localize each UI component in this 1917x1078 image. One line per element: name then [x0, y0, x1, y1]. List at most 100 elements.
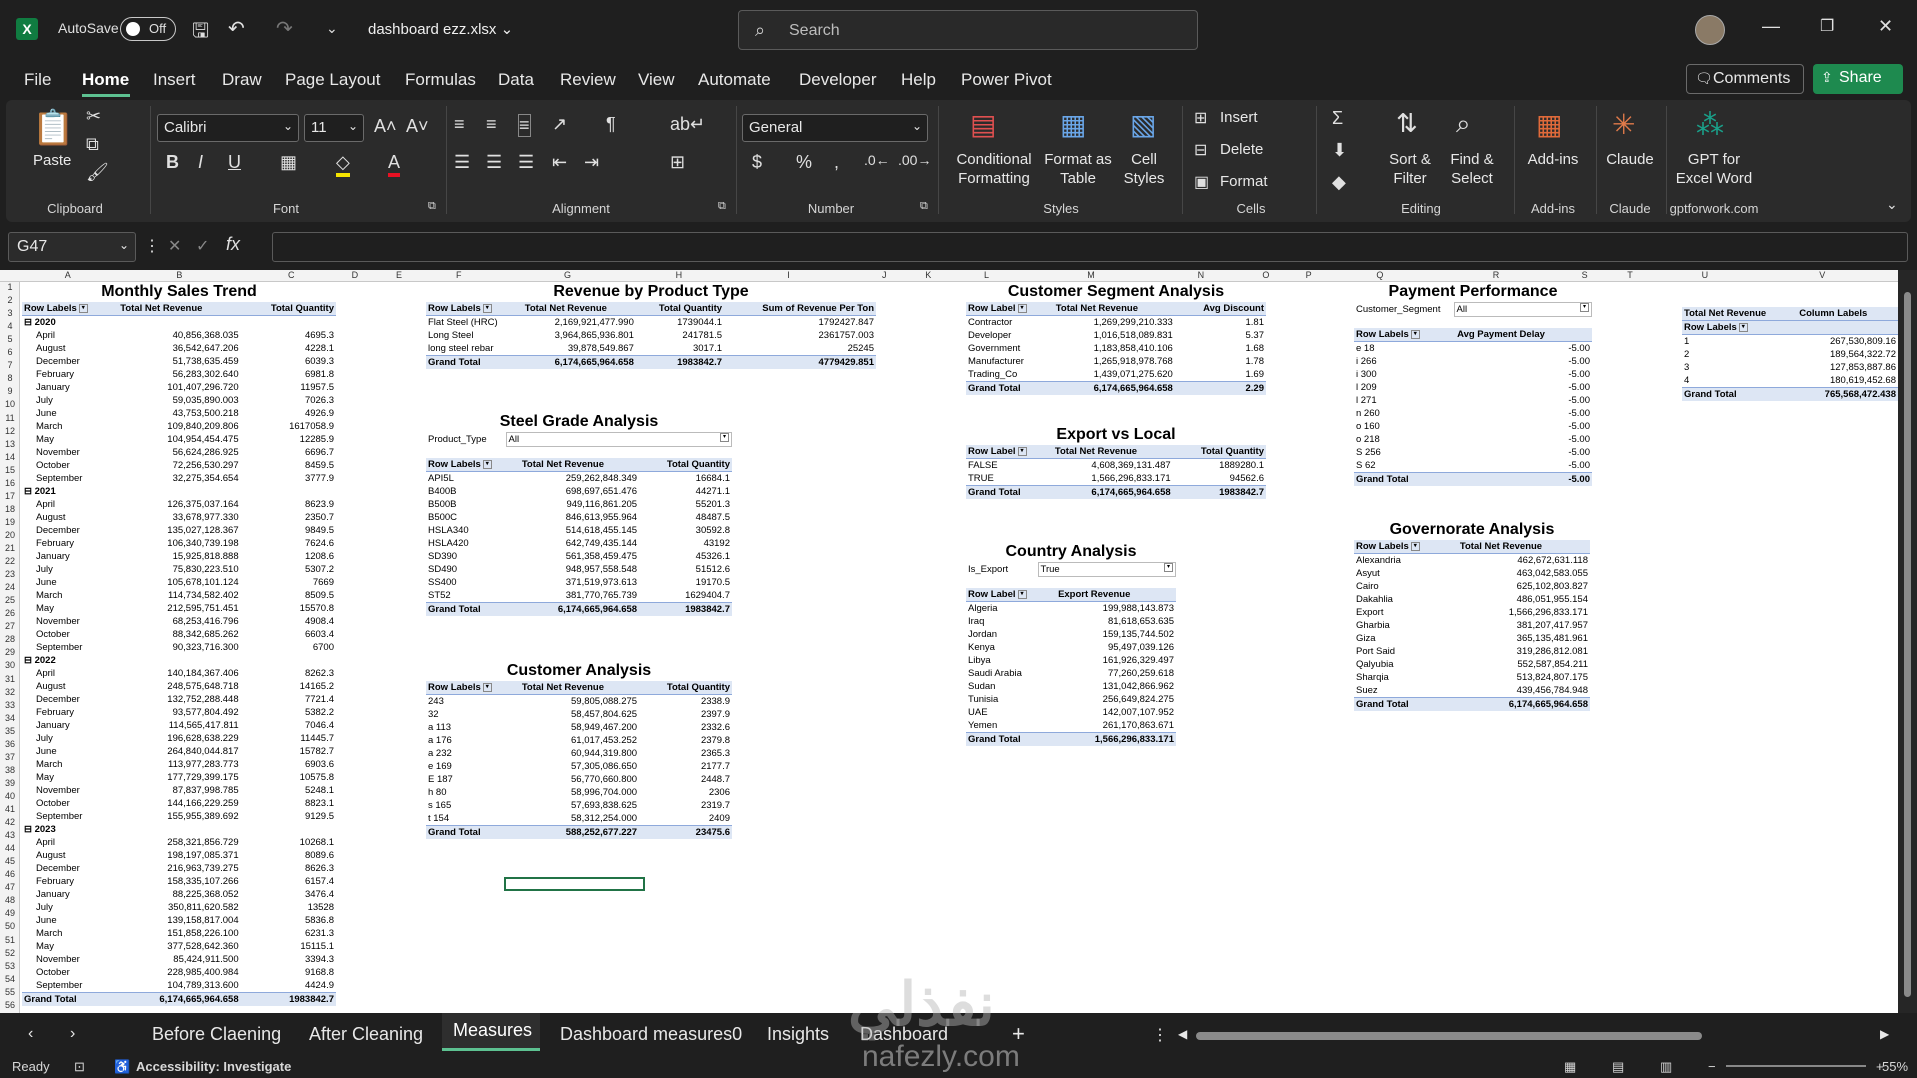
merge-center-icon[interactable]: ⊞: [670, 152, 685, 173]
align-right-icon[interactable]: ☰: [518, 152, 534, 173]
table-row[interactable]: September 90,323,716.300 6700: [22, 641, 336, 654]
clear-icon[interactable]: ◆: [1332, 172, 1346, 193]
header-cell[interactable]: Row Labels ▾: [1354, 328, 1455, 342]
row-header[interactable]: 10: [0, 399, 20, 409]
claude-icon[interactable]: ✳: [1612, 108, 1635, 141]
header-cell[interactable]: Row Labels ▾: [1682, 321, 1797, 335]
scroll-right-icon[interactable]: ▶: [1880, 1027, 1889, 1041]
table-row[interactable]: ST52 381,770,765.739 1629404.7: [426, 589, 732, 603]
menu-page-layout[interactable]: Page Layout: [285, 70, 380, 90]
table-row[interactable]: August 248,575,648.718 14165.2: [22, 680, 336, 693]
format-cells-button[interactable]: Format: [1220, 173, 1268, 190]
table-row[interactable]: June 264,840,044.817 15782.7: [22, 745, 336, 758]
column-header[interactable]: U: [1702, 270, 1709, 280]
table-row[interactable]: Contractor 1,269,299,210.333 1.81: [966, 316, 1266, 330]
table-row[interactable]: Algeria 199,988,143.873: [966, 602, 1176, 616]
table-row[interactable]: B400B 698,697,651.476 44271.1: [426, 485, 732, 498]
table-row[interactable]: October 72,256,530.297 8459.5: [22, 459, 336, 472]
tab-measures[interactable]: Measures: [442, 1013, 540, 1051]
vertical-scrollbar[interactable]: [1898, 270, 1917, 1013]
gpt-for-excel-button[interactable]: GPT for Excel Word: [1670, 150, 1758, 188]
font-name-select[interactable]: Calibri ⌄: [157, 114, 299, 142]
menu-insert[interactable]: Insert: [153, 70, 196, 90]
table-row[interactable]: SD390 561,358,459.475 45326.1: [426, 550, 732, 563]
header-cell[interactable]: Row Labels ▾: [22, 302, 118, 316]
table-row[interactable]: TRUE 1,566,296,833.171 94562.6: [966, 472, 1266, 486]
decrease-indent-icon[interactable]: ⇤: [552, 152, 567, 173]
table-row[interactable]: October 88,342,685.262 6603.4: [22, 628, 336, 641]
table-row[interactable]: September 104,789,313.600 4424.9: [22, 979, 336, 993]
column-header[interactable]: Q: [1376, 270, 1383, 280]
table-row[interactable]: 32 58,457,804.625 2397.9: [426, 708, 732, 721]
row-header[interactable]: 53: [0, 961, 20, 971]
row-header[interactable]: 28: [0, 634, 20, 644]
table-row[interactable]: June 43,753,500.218 4926.9: [22, 407, 336, 420]
table-row[interactable]: August 33,678,977.330 2350.7: [22, 511, 336, 524]
collapse-ribbon-icon[interactable]: ⌄: [1886, 196, 1898, 213]
normal-view-icon[interactable]: ▦: [1564, 1059, 1576, 1075]
customize-toolbar-icon[interactable]: ⌄: [326, 20, 338, 37]
table-row[interactable]: i 300 -5.00: [1354, 368, 1592, 381]
table-row[interactable]: s 165 57,693,838.625 2319.7: [426, 799, 732, 812]
column-header[interactable]: C: [288, 270, 295, 280]
format-cells-icon[interactable]: ▣: [1194, 172, 1209, 192]
table-row[interactable]: December 132,752,288.448 7721.4: [22, 693, 336, 706]
filter-row[interactable]: Customer_Segment All ▾: [1354, 302, 1592, 317]
column-header[interactable]: I: [787, 270, 790, 280]
fill-color-icon[interactable]: ◇: [336, 152, 350, 177]
table-row[interactable]: March 113,977,283.773 6903.6: [22, 758, 336, 771]
filter-dropdown-icon[interactable]: ▾: [482, 682, 492, 692]
filter-dropdown-icon[interactable]: ▾: [482, 459, 492, 469]
filter-row[interactable]: Is_Export True ▾: [966, 562, 1176, 577]
paragraph-direction-icon[interactable]: ¶: [606, 114, 616, 135]
governorate-pivot[interactable]: Governorate Analysis Row Labels ▾ Total N…: [1354, 520, 1590, 711]
table-row[interactable]: a 176 61,017,453.252 2379.8: [426, 734, 732, 747]
table-row[interactable]: Asyut 463,042,583.055: [1354, 567, 1590, 580]
table-row[interactable]: March 114,734,582.402 8509.5: [22, 589, 336, 602]
row-header[interactable]: 5: [0, 334, 20, 344]
row-header[interactable]: 6: [0, 347, 20, 357]
table-row[interactable]: Saudi Arabia 77,260,259.618: [966, 667, 1176, 680]
table-row[interactable]: Flat Steel (HRC) 2,169,921,477.990 1739044…: [426, 316, 876, 330]
table-row[interactable]: B500B 949,116,861.205 55201.3: [426, 498, 732, 511]
table-row[interactable]: h 80 58,996,704.000 2306: [426, 786, 732, 799]
table-row[interactable]: e 18 -5.00: [1354, 342, 1592, 356]
row-header[interactable]: 21: [0, 543, 20, 553]
filter-dropdown-icon[interactable]: ▾: [1580, 303, 1589, 312]
table-row[interactable]: February 93,577,804.492 5382.2: [22, 706, 336, 719]
table-row[interactable]: Kenya 95,497,039.126: [966, 641, 1176, 654]
align-bottom-icon[interactable]: ≡: [518, 114, 531, 137]
filter-dropdown-icon[interactable]: ▾: [1017, 589, 1027, 599]
table-row[interactable]: B500C 846,613,955.964 48487.5: [426, 511, 732, 524]
table-row[interactable]: Manufacturer 1,265,918,978.768 1.78: [966, 355, 1266, 368]
format-as-table-button[interactable]: Format as Table: [1042, 150, 1114, 188]
autosave-toggle[interactable]: Off: [120, 17, 176, 41]
conditional-formatting-button[interactable]: Conditional Formatting: [944, 150, 1044, 188]
zoom-slider[interactable]: [1726, 1065, 1866, 1067]
paste-icon[interactable]: 📋: [32, 108, 74, 148]
column-header[interactable]: S: [1582, 270, 1588, 280]
row-header[interactable]: 15: [0, 465, 20, 475]
page-break-view-icon[interactable]: ▥: [1660, 1059, 1672, 1075]
underline-icon[interactable]: U: [228, 152, 241, 173]
avatar[interactable]: [1695, 15, 1725, 45]
row-header[interactable]: 46: [0, 869, 20, 879]
selected-cell[interactable]: [504, 877, 645, 891]
header-cell[interactable]: Row Labels ▾: [1354, 540, 1458, 554]
sort-filter-button[interactable]: Sort & Filter: [1382, 150, 1438, 188]
table-row[interactable]: Sudan 131,042,866.962: [966, 680, 1176, 693]
row-header[interactable]: 54: [0, 974, 20, 984]
table-row[interactable]: 4 180,619,452.68: [1682, 374, 1898, 388]
filter-dropdown-icon[interactable]: ▾: [1410, 329, 1420, 339]
font-size-select[interactable]: 11 ⌄: [304, 114, 364, 142]
font-dialog-launcher-icon[interactable]: ⧉: [428, 200, 436, 213]
column-header[interactable]: M: [1087, 270, 1095, 280]
row-header[interactable]: 50: [0, 921, 20, 931]
format-painter-icon[interactable]: 🖌: [86, 162, 109, 183]
filter-dropdown-icon[interactable]: ▾: [720, 433, 729, 442]
row-header[interactable]: 8: [0, 373, 20, 383]
save-icon[interactable]: 🖫: [192, 16, 209, 50]
table-row[interactable]: Giza 365,135,481.961: [1354, 632, 1590, 645]
table-row[interactable]: 3 127,853,887.86: [1682, 361, 1898, 374]
row-header[interactable]: 56: [0, 1000, 20, 1010]
